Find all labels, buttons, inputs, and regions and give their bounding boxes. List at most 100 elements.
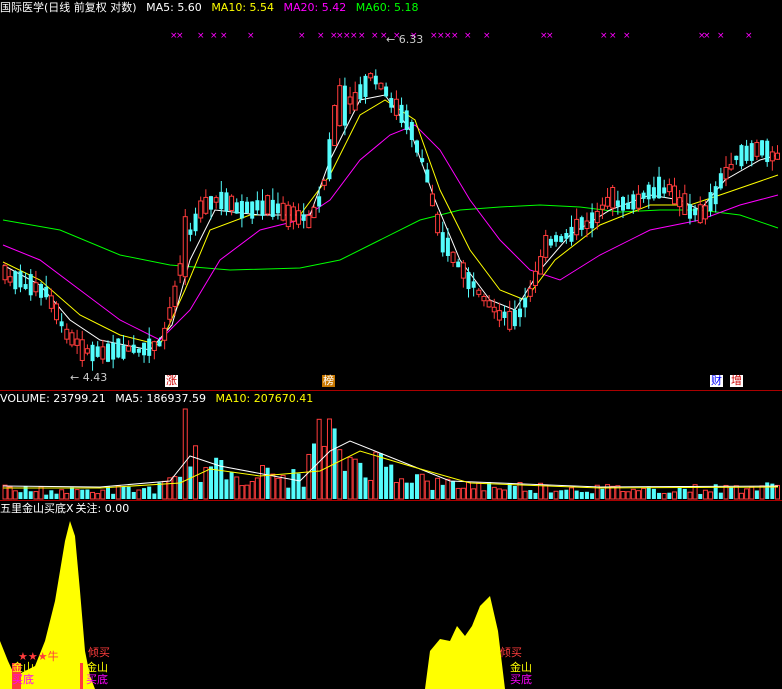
candle-body-up [491,306,497,313]
volume-bar-up [12,490,18,500]
volume-bar-up [74,489,80,500]
volume-bar-up [136,489,142,500]
ma20-line [2,124,779,341]
ma60-readout: MA60: 5.18 [355,1,419,14]
candle-body-up [507,310,513,330]
volume-bar-up [496,488,502,500]
candle-body-down [420,158,425,163]
volume-bar-down [389,464,394,499]
volume-bar-up [270,473,276,500]
candle-body-down [409,121,414,140]
volume-bar-up [59,489,65,500]
volume-bar-up [115,485,121,500]
volume-bar-down [224,479,229,499]
volume-bar-down [28,491,33,499]
volume-ma10-readout: MA10: 207670.41 [215,392,314,405]
volume-bar-up [260,465,265,500]
volume-bar-down [548,492,553,499]
candle-body-down [95,346,100,357]
candle-body-down [116,338,121,358]
volume-bar-down [358,462,363,499]
volume-bar-up [687,491,693,500]
candle-body-down [662,187,667,194]
volume-bar-down [646,486,651,499]
volume-bar-down [430,489,435,499]
volume-bar-down [528,490,533,499]
candle-body-up [84,348,90,354]
signal-marker: × [210,31,218,41]
volume-pane[interactable]: VOLUME: 23799.21 MA5: 186937.59 MA10: 20… [0,390,782,500]
candle-body-down [744,145,749,161]
signal-bar [80,663,83,689]
volume-bar-up [182,408,188,500]
volume-bar-down [584,491,589,499]
candle-body-up [368,73,374,79]
candle-body-down [657,176,662,199]
volume-bar-up [254,477,260,500]
signal-buy-bottom-2: 买底 [86,673,108,686]
candle-body-down [255,200,260,211]
volume-bar-down [49,490,54,499]
candle-body-up [64,328,70,340]
volume-bar-down [131,491,136,499]
candle-body-up [702,205,708,220]
volume-bar-up [744,488,750,500]
candle-body-down [693,208,698,216]
candle-body-down [548,238,553,246]
volume-bar-up [90,491,96,500]
candle-body-up [311,206,317,219]
indicator-pane[interactable]: 五里金山买底X 关注: 0.00 ★★★牛 金山 买底 倾买 金山 买底 倾买 金… [0,500,782,689]
event-tag-increase[interactable]: 增 [730,375,743,387]
volume-bar-down [404,482,409,499]
volume-bar-up [641,487,647,500]
volume-bar-up [569,487,574,500]
volume-bar-up [620,491,626,500]
volume-bar-down [579,492,584,499]
candle-body-up [7,276,13,283]
price-header: 国际医学(日线 前复权 对数) MA5: 5.60 MA10: 5.54 MA2… [0,1,424,15]
candle-body-down [615,200,620,207]
candle-body-down [260,200,265,216]
volume-bar-up [460,487,466,500]
candle-body-up [126,345,132,352]
volume-bar-down [18,492,23,499]
indicator-area[interactable] [0,501,782,689]
volume-ma5-readout: MA5: 186937.59 [115,392,207,405]
signal-buy-bottom-3: 买底 [510,673,532,686]
candle-body-down [554,235,559,242]
candle-body-down [131,344,136,353]
volume-bar-up [553,490,559,500]
candle-body-up [697,204,703,224]
candle-body-down [749,143,754,161]
volume-bars[interactable] [0,391,782,500]
candle-body-up [532,270,538,286]
event-tag-finance[interactable]: 财 [710,375,723,387]
volume-bar-down [157,482,162,499]
event-tag-limit-up[interactable]: 涨 [165,375,178,387]
volume-bar-up [471,488,477,500]
volume-bar-up [543,484,549,500]
signal-marker: × [371,31,379,41]
candle-body-down [651,187,656,199]
volume-bar-up [38,486,44,500]
volume-bar-up [321,445,327,500]
candle-body-down [579,217,584,230]
price-chart-pane[interactable]: 国际医学(日线 前复权 对数) MA5: 5.60 MA10: 5.54 MA2… [0,0,782,390]
volume-bar-down [85,489,90,499]
event-tag-ranking[interactable]: 榜 [322,375,335,387]
candle-body-down [270,199,275,217]
candle-body-up [538,256,544,275]
signal-marker: × [350,31,358,41]
candlestick-chart[interactable]: ×× × × × × × × ×× × × × × × × × × × × × × × ×× × × × ×× × × [0,0,782,390]
volume-bar-down [363,477,368,499]
volume-bar-down [286,487,291,499]
volume-bar-down [106,486,110,499]
candle-body-down [502,311,507,318]
volume-bar-up [445,478,451,500]
volume-bar-down [765,482,770,499]
candle-body-up [677,197,683,208]
volume-bar-up [672,491,677,500]
signal-marker: × [247,31,255,41]
candle-body-up [48,295,54,309]
volume-bar-down [126,486,131,499]
